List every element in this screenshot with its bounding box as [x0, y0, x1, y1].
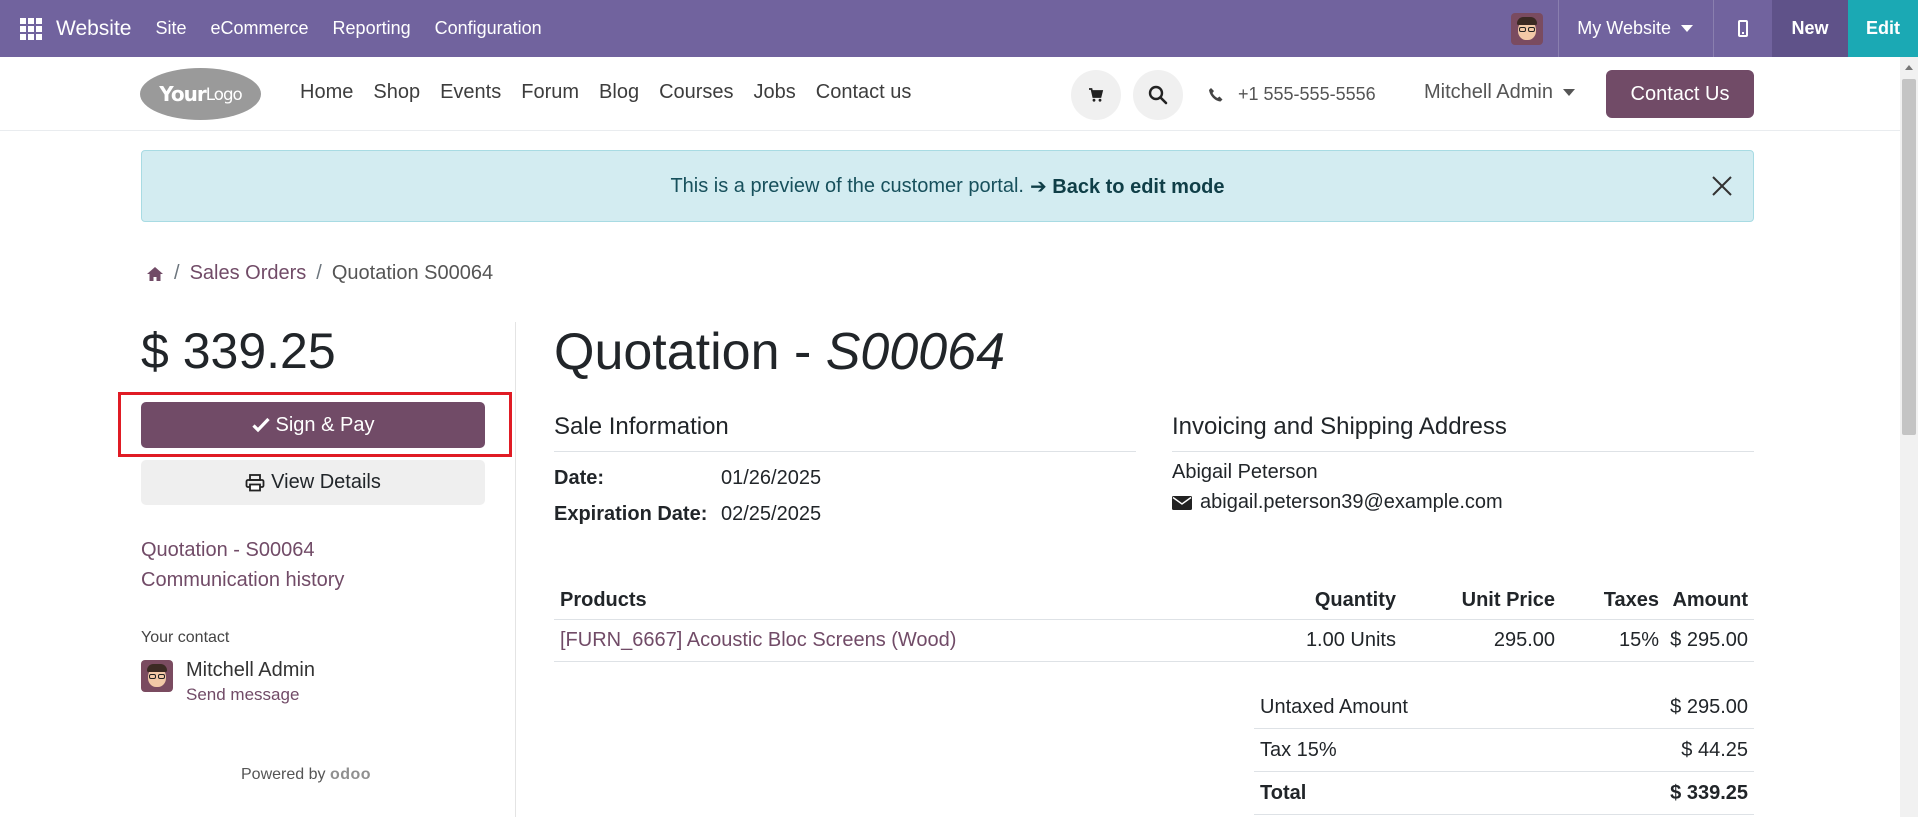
your-contact-label: Your contact: [141, 629, 230, 646]
view-details-button[interactable]: View Details: [141, 460, 485, 505]
quotation-number: S00064: [825, 323, 1006, 381]
cell-amount: $ 295.00: [1670, 629, 1748, 651]
nav-courses[interactable]: Courses: [659, 81, 733, 104]
phone-icon: [1209, 87, 1223, 101]
total-row: Total $ 339.25: [1254, 772, 1754, 815]
website-selector[interactable]: My Website: [1559, 0, 1714, 57]
sidebar-divider: [515, 322, 516, 817]
scroll-up-arrow-icon[interactable]: [1905, 65, 1913, 70]
website-header: Your Logo Home Shop Events Forum Blog Cou…: [0, 57, 1900, 131]
alert-message: This is a preview of the customer portal…: [670, 174, 1024, 197]
user-avatar-button[interactable]: [1495, 0, 1560, 57]
search-icon: [1148, 85, 1168, 105]
cart-icon: [1089, 88, 1104, 102]
tax-row: Tax 15% $ 44.25: [1254, 729, 1754, 772]
odoo-logo[interactable]: odoo: [330, 766, 371, 783]
print-icon: [245, 473, 265, 491]
nav-contact-us[interactable]: Contact us: [816, 81, 912, 104]
breadcrumb: / Sales Orders / Quotation S00064: [146, 262, 493, 285]
apps-grid-icon[interactable]: [20, 17, 42, 40]
cell-quantity: 1.00 Units: [1305, 629, 1396, 651]
website-selector-label: My Website: [1577, 18, 1671, 38]
expiration-value: 02/25/2025: [721, 503, 822, 525]
send-message-link[interactable]: Send message: [186, 685, 299, 705]
nav-home[interactable]: Home: [300, 81, 353, 104]
chevron-down-icon: [1562, 89, 1575, 96]
user-menu[interactable]: Mitchell Admin: [1424, 81, 1575, 104]
header-quantity: Quantity: [1314, 589, 1396, 611]
breadcrumb-sales-orders[interactable]: Sales Orders: [190, 262, 307, 285]
totals-table: Untaxed Amount $ 295.00 Tax 15% $ 44.25 …: [1254, 686, 1754, 815]
customer-email: abigail.peterson39@example.com: [1172, 491, 1503, 514]
menu-ecommerce[interactable]: eCommerce: [211, 18, 309, 39]
header-taxes: Taxes: [1603, 589, 1659, 611]
scroll-thumb[interactable]: [1902, 79, 1916, 435]
sale-information-title: Sale Information: [554, 413, 1136, 452]
preview-alert: This is a preview of the customer portal…: [141, 150, 1754, 222]
nav-shop[interactable]: Shop: [373, 81, 420, 104]
page-scrollbar[interactable]: [1900, 57, 1918, 817]
user-menu-label: Mitchell Admin: [1424, 81, 1553, 103]
main-nav: Home Shop Events Forum Blog Courses Jobs…: [300, 81, 931, 104]
envelope-icon: [1172, 495, 1192, 510]
header-phone[interactable]: +1 555-555-5556: [1208, 84, 1376, 105]
header-amount: Amount: [1672, 589, 1748, 611]
menu-site[interactable]: Site: [155, 18, 186, 39]
product-link[interactable]: [FURN_6667] Acoustic Bloc Screens (Wood): [560, 629, 956, 651]
site-logo[interactable]: Your Logo: [140, 68, 261, 120]
sidebar-link-quotation[interactable]: Quotation - S00064: [141, 539, 314, 562]
nav-forum[interactable]: Forum: [521, 81, 579, 104]
page-title: Quotation - S00064: [554, 323, 1006, 381]
mobile-icon: [1738, 20, 1748, 37]
nav-blog[interactable]: Blog: [599, 81, 639, 104]
menu-configuration[interactable]: Configuration: [435, 18, 542, 39]
cell-taxes: 15%: [1618, 629, 1659, 651]
admin-topbar: Website Site eCommerce Reporting Configu…: [0, 0, 1918, 57]
close-icon[interactable]: [1709, 173, 1735, 199]
expiration-label: Expiration Date:: [554, 503, 708, 525]
table-row: [FURN_6667] Acoustic Bloc Screens (Wood)…: [554, 620, 1754, 662]
home-icon[interactable]: [146, 266, 164, 282]
contact-avatar: [141, 660, 173, 692]
search-button[interactable]: [1133, 70, 1183, 120]
products-table: Products Quantity Unit Price Taxes Amoun…: [554, 582, 1754, 662]
powered-by: Powered by odoo: [241, 766, 372, 783]
phone-number: +1 555-555-5556: [1238, 84, 1376, 104]
date-label: Date:: [554, 467, 605, 489]
nav-events[interactable]: Events: [440, 81, 501, 104]
table-header: Products Quantity Unit Price Taxes Amoun…: [554, 582, 1754, 620]
check-icon: [251, 417, 270, 433]
quotation-total: $ 339.25: [141, 323, 336, 379]
contact-us-button[interactable]: Contact Us: [1606, 70, 1754, 118]
avatar: [1510, 12, 1543, 45]
nav-jobs[interactable]: Jobs: [754, 81, 796, 104]
view-details-label: View Details: [271, 471, 381, 493]
header-products: Products: [560, 589, 647, 611]
header-unit-price: Unit Price: [1461, 589, 1555, 611]
edit-button[interactable]: Edit: [1848, 0, 1918, 57]
app-brand[interactable]: Website: [56, 17, 131, 41]
sidebar-link-communication-history[interactable]: Communication history: [141, 569, 344, 592]
menu-reporting[interactable]: Reporting: [333, 18, 411, 39]
breadcrumb-current: Quotation S00064: [331, 262, 494, 284]
contact-name: Mitchell Admin: [186, 659, 315, 681]
cart-button[interactable]: [1071, 70, 1121, 120]
sign-pay-label: Sign & Pay: [275, 413, 375, 436]
back-to-edit-link[interactable]: ➔ Back to edit mode: [1030, 174, 1225, 199]
sign-pay-button[interactable]: Sign & Pay: [141, 402, 485, 448]
address-title: Invoicing and Shipping Address: [1172, 413, 1754, 452]
customer-name: Abigail Peterson: [1172, 461, 1318, 483]
untaxed-row: Untaxed Amount $ 295.00: [1254, 686, 1754, 729]
mobile-preview-button[interactable]: [1714, 0, 1772, 57]
new-button[interactable]: New: [1772, 0, 1848, 57]
chevron-down-icon: [1681, 25, 1693, 32]
date-value: 01/26/2025: [721, 467, 822, 489]
cell-unit-price: 295.00: [1493, 629, 1555, 651]
